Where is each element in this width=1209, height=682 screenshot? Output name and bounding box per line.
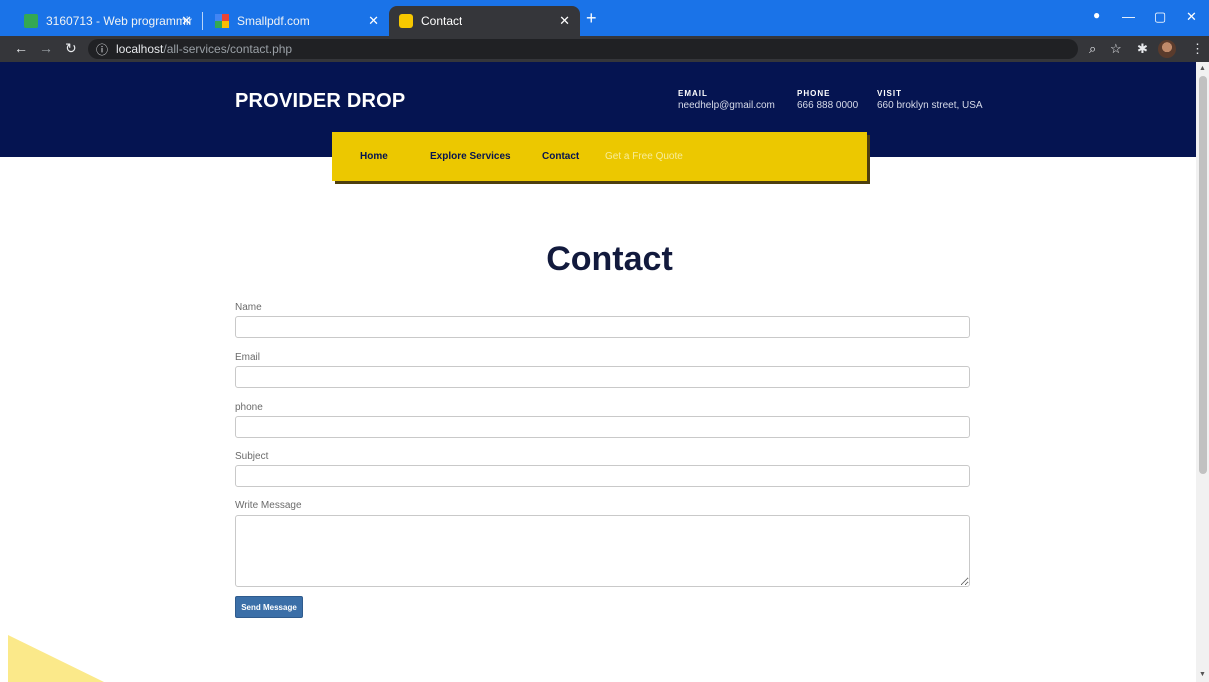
close-tab-icon[interactable]: ✕ xyxy=(559,13,570,29)
smallpdf-icon xyxy=(215,14,229,28)
zoom-icon[interactable]: ⌕ xyxy=(1089,41,1096,57)
phone-label: PHONE xyxy=(797,89,831,98)
tab-title: Smallpdf.com xyxy=(237,14,310,28)
name-label: Name xyxy=(235,302,262,313)
site-logo[interactable]: PROVIDER DROP xyxy=(235,90,405,113)
email-label: EMAIL xyxy=(678,89,708,98)
subject-label: Subject xyxy=(235,451,269,462)
close-tab-icon[interactable]: ✕ xyxy=(181,13,192,29)
email-input[interactable] xyxy=(235,366,970,388)
tab-contact[interactable]: Contact ✕ xyxy=(389,6,580,36)
profile-download-icon[interactable]: ● xyxy=(1093,8,1100,22)
page-title: Contact xyxy=(546,240,673,278)
header-phone: PHONE 666 888 0000 xyxy=(797,89,858,111)
url-text: localhost/all-services/contact.php xyxy=(116,42,292,56)
tab-web-programming[interactable]: 3160713 - Web programming Pr ✕ xyxy=(14,6,202,36)
star-icon[interactable]: ☆ xyxy=(1110,41,1122,57)
phone-input[interactable] xyxy=(235,416,970,438)
close-window-icon[interactable]: ✕ xyxy=(1186,9,1197,25)
visit-label: VISIT xyxy=(877,89,903,98)
url-path: /all-services/contact.php xyxy=(163,42,293,56)
email-field-label: Email xyxy=(235,352,261,363)
message-label: Write Message xyxy=(235,500,302,511)
url-omnibox[interactable]: ⓘ localhost/all-services/contact.php xyxy=(88,39,1078,59)
nav-home[interactable]: Home xyxy=(360,151,388,162)
profile-avatar[interactable] xyxy=(1158,40,1176,58)
nav-free-quote[interactable]: Get a Free Quote xyxy=(605,151,683,162)
scroll-down-icon[interactable]: ▼ xyxy=(1199,671,1206,678)
tab-smallpdf[interactable]: Smallpdf.com ✕ xyxy=(205,6,389,36)
message-textarea[interactable] xyxy=(235,515,970,587)
main-nav: Home Explore Services Contact Get a Free… xyxy=(332,132,867,181)
page-scrollbar[interactable]: ▲ ▼ xyxy=(1196,62,1209,682)
browser-address-bar: ← → ↻ ⓘ localhost/all-services/contact.p… xyxy=(0,36,1209,62)
extensions-icon[interactable]: ✱ xyxy=(1137,41,1148,57)
close-tab-icon[interactable]: ✕ xyxy=(368,13,379,29)
nav-contact[interactable]: Contact xyxy=(542,151,579,162)
provider-drop-icon xyxy=(399,14,413,28)
menu-icon[interactable]: ⋮ xyxy=(1191,41,1204,57)
send-message-button[interactable]: Send Message xyxy=(235,596,303,618)
page-viewport: PROVIDER DROP EMAIL needhelp@gmail.com P… xyxy=(0,62,1196,682)
scroll-up-icon[interactable]: ▲ xyxy=(1199,65,1206,72)
info-icon[interactable]: ⓘ xyxy=(96,41,108,58)
tab-title: Contact xyxy=(421,14,463,28)
maximize-icon[interactable]: ▢ xyxy=(1154,9,1166,25)
back-icon[interactable]: ← xyxy=(14,40,28,56)
forward-icon[interactable]: → xyxy=(39,40,53,56)
decorative-triangle xyxy=(8,635,104,682)
phone-value[interactable]: 666 888 0000 xyxy=(797,100,858,111)
browser-tab-bar: 3160713 - Web programming Pr ✕ Smallpdf.… xyxy=(0,0,1209,36)
nav-explore-services[interactable]: Explore Services xyxy=(430,151,511,162)
url-host: localhost xyxy=(116,42,164,56)
visit-value: 660 broklyn street, USA xyxy=(877,100,983,111)
phone-field-label: phone xyxy=(235,402,263,413)
new-tab-icon[interactable]: + xyxy=(586,9,597,27)
header-visit: VISIT 660 broklyn street, USA xyxy=(877,89,983,111)
name-input[interactable] xyxy=(235,316,970,338)
minimize-icon[interactable]: — xyxy=(1122,9,1135,24)
scroll-thumb[interactable] xyxy=(1199,76,1207,474)
tab-title: 3160713 - Web programming Pr xyxy=(46,14,192,28)
subject-input[interactable] xyxy=(235,465,970,487)
header-email: EMAIL needhelp@gmail.com xyxy=(678,89,775,111)
reload-icon[interactable]: ↻ xyxy=(65,40,77,57)
spreadsheet-icon xyxy=(24,14,38,28)
tab-separator xyxy=(202,12,203,30)
email-value[interactable]: needhelp@gmail.com xyxy=(678,100,775,111)
